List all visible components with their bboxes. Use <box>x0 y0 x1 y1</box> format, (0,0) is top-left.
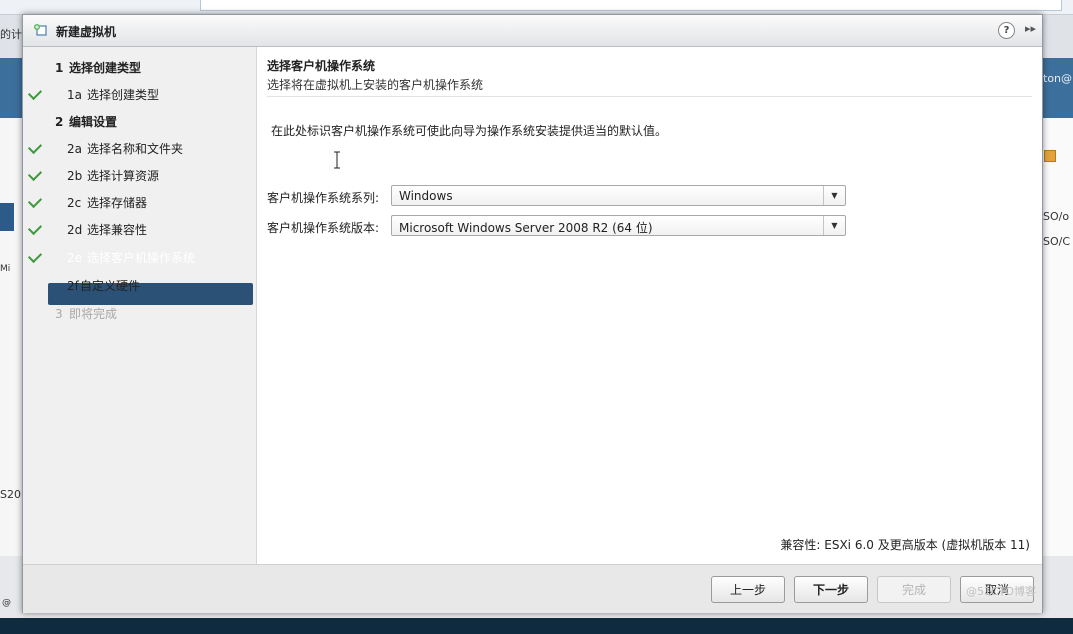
wizard-steps-nav: 1 选择创建类型 1a 选择创建类型 2 编辑设置 2a 选择名称和文件夹 2b 选择计算资源 2c… <box>23 47 257 564</box>
wizard-step-2e[interactable]: 2e 选择客户机操作系统 <box>23 247 256 269</box>
check-icon <box>27 193 43 209</box>
background-text-fragment: SO/o <box>1043 210 1070 223</box>
wizard-step-label: 编辑设置 <box>69 115 118 129</box>
wizard-step-2c[interactable]: 2c 选择存储器 <box>23 192 256 214</box>
browser-address-bar[interactable] <box>200 0 1062 11</box>
wizard-step-number: 1a <box>67 88 82 102</box>
wizard-step-1[interactable]: 1 选择创建类型 <box>23 57 256 79</box>
os-version-select[interactable]: Microsoft Windows Server 2008 R2 (64 位) … <box>391 215 846 236</box>
help-icon[interactable]: ? <box>998 22 1015 39</box>
os-version-label: 客户机操作系统版本: <box>267 221 380 235</box>
wizard-step-label: 选择计算资源 <box>87 169 160 183</box>
watermark: @51CTO博客 <box>965 585 1036 598</box>
wizard-step-3: 3 即将完成 <box>23 303 256 325</box>
wizard-step-label: 选择名称和文件夹 <box>87 142 184 156</box>
check-icon <box>27 248 43 264</box>
page-description: 在此处标识客户机操作系统可使此向导为操作系统安装提供适当的默认值。 <box>271 124 668 138</box>
background-text-fragment: 的计 <box>0 28 22 41</box>
dropdown-arrow-icon[interactable]: ▼ <box>823 216 845 235</box>
wizard-step-number: 2e <box>67 251 83 265</box>
dialog-title: 新建虚拟机 <box>56 25 117 39</box>
wizard-step-number: 3 <box>55 307 63 321</box>
wizard-step-number: 2d <box>67 223 83 237</box>
dialog-footer: 上一步 下一步 完成 取消 @51CTO博客 <box>23 564 1042 613</box>
wizard-step-2f[interactable]: 2f 自定义硬件 <box>23 275 256 297</box>
wizard-step-number: 2c <box>67 196 82 210</box>
wizard-step-label: 选择创建类型 <box>69 61 142 75</box>
wizard-step-label: 选择创建类型 <box>87 88 160 102</box>
wizard-step-label: 即将完成 <box>69 307 118 321</box>
background-folder-icon <box>1044 150 1056 162</box>
os-version-value: Microsoft Windows Server 2008 R2 (64 位) <box>399 221 653 235</box>
background-user-fragment: ton@ <box>1043 72 1073 85</box>
page-subtitle: 选择将在虚拟机上安装的客户机操作系统 <box>267 78 484 92</box>
wizard-step-number: 2b <box>67 169 83 183</box>
background-text-fragment: @ <box>2 598 11 608</box>
wizard-step-label: 选择兼容性 <box>87 223 148 237</box>
divider <box>267 96 1032 97</box>
finish-button[interactable]: 完成 <box>877 576 951 603</box>
page-title: 选择客户机操作系统 <box>267 59 376 73</box>
wizard-step-label: 选择客户机操作系统 <box>87 251 196 265</box>
wizard-step-1a[interactable]: 1a 选择创建类型 <box>23 84 256 106</box>
wizard-step-number: 2 <box>55 115 64 129</box>
dialog-titlebar[interactable]: 新建虚拟机 ? ▸▸ <box>23 15 1042 47</box>
background-selected-row <box>0 203 14 231</box>
check-icon <box>27 85 43 101</box>
check-icon <box>27 139 43 155</box>
text-cursor-icon <box>334 151 340 169</box>
wizard-content: 选择客户机操作系统 选择将在虚拟机上安装的客户机操作系统 在此处标识客户机操作系… <box>257 47 1042 564</box>
check-icon <box>27 220 43 236</box>
os-family-value: Windows <box>399 189 453 203</box>
check-icon <box>27 166 43 182</box>
wizard-step-2d[interactable]: 2d 选择兼容性 <box>23 219 256 241</box>
wizard-step-label: 选择存储器 <box>87 196 148 210</box>
taskbar <box>0 618 1073 634</box>
wizard-step-2[interactable]: 2 编辑设置 <box>23 111 256 133</box>
background-text-fragment: S20 <box>0 488 21 501</box>
background-text-fragment: SO/C <box>1043 235 1071 248</box>
compatibility-note: 兼容性: ESXi 6.0 及更高版本 (虚拟机版本 11) <box>780 538 1030 552</box>
wizard-step-number: 2a <box>67 142 82 156</box>
next-button[interactable]: 下一步 <box>794 576 868 603</box>
wizard-step-number: 1 <box>55 61 64 75</box>
background-right-panel <box>1041 118 1073 558</box>
expand-icon[interactable]: ▸▸ <box>1025 22 1036 35</box>
wizard-step-2b[interactable]: 2b 选择计算资源 <box>23 165 256 187</box>
dropdown-arrow-icon[interactable]: ▼ <box>823 186 845 205</box>
new-vm-dialog: 新建虚拟机 ? ▸▸ 1 选择创建类型 1a 选择创建类型 2 编辑设置 2a 选择名称和文件… <box>22 14 1043 613</box>
wizard-step-label: 自定义硬件 <box>80 279 141 293</box>
background-text-fragment: Mi <box>0 264 11 274</box>
wizard-step-2a[interactable]: 2a 选择名称和文件夹 <box>23 138 256 160</box>
back-button[interactable]: 上一步 <box>711 576 785 603</box>
os-family-label: 客户机操作系统系列: <box>267 191 380 205</box>
wizard-step-number: 2f <box>67 279 79 293</box>
os-family-select[interactable]: Windows ▼ <box>391 185 846 206</box>
vm-icon <box>34 24 47 36</box>
